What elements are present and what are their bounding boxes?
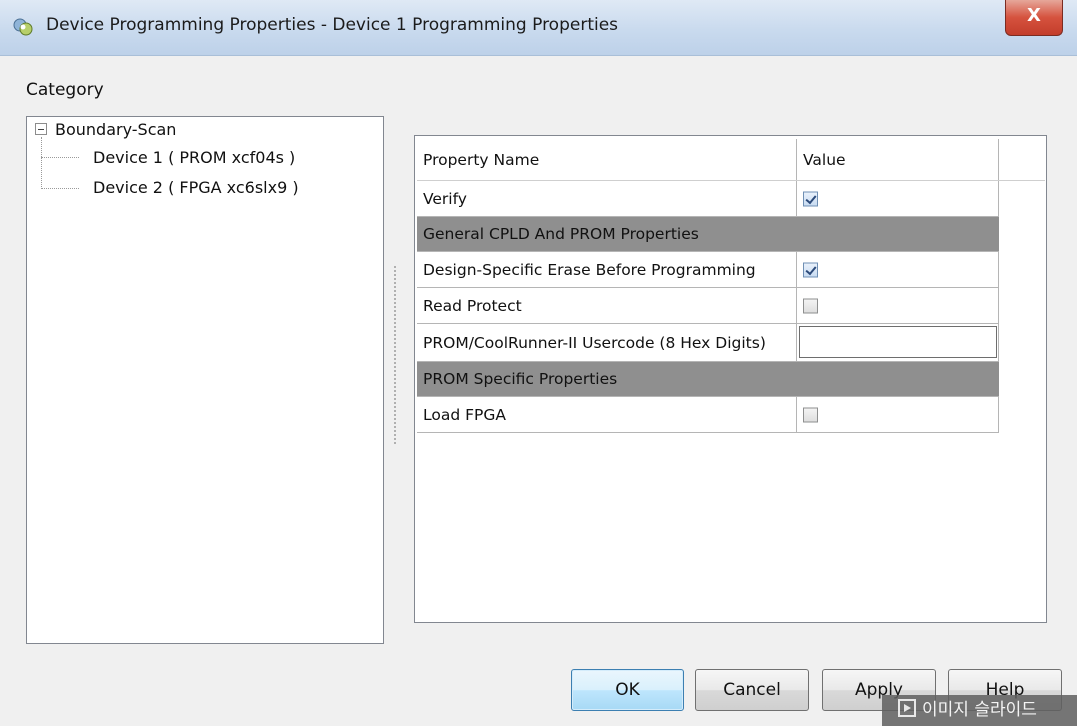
play-icon: [898, 699, 916, 717]
device-programming-icon: [13, 18, 33, 36]
property-value-cell: [797, 288, 999, 323]
property-name-cell[interactable]: Design-Specific Erase Before Programming: [417, 252, 797, 287]
load-fpga-checkbox[interactable]: [803, 407, 818, 422]
verify-checkbox[interactable]: [803, 191, 818, 206]
tree-node-boundary-scan[interactable]: Boundary-Scan: [35, 120, 176, 139]
close-button[interactable]: X: [1005, 0, 1063, 36]
property-value-cell: [797, 252, 999, 287]
property-value-cell: [797, 181, 999, 216]
splitter-handle[interactable]: [393, 265, 397, 445]
category-name: PROM Specific Properties: [423, 370, 618, 388]
tree-connector: [41, 188, 79, 189]
collapse-icon[interactable]: [35, 122, 47, 135]
property-value-cell: [797, 397, 999, 432]
close-icon: X: [1027, 5, 1041, 26]
property-value-cell: [797, 324, 999, 361]
tree-node-device-1[interactable]: Device 1 ( PROM xcf04s ): [93, 148, 295, 167]
category-name-cell: PROM Specific Properties: [417, 362, 797, 396]
category-tree[interactable]: Boundary-Scan Device 1 ( PROM xcf04s ) D…: [26, 116, 384, 644]
property-name: PROM/CoolRunner-II Usercode (8 Hex Digit…: [423, 333, 766, 352]
property-name-cell[interactable]: Read Protect: [417, 288, 797, 323]
category-value-cell: [797, 362, 999, 396]
window-title: Device Programming Properties - Device 1…: [46, 15, 619, 35]
header-filler: [999, 139, 1045, 181]
category-name: General CPLD And PROM Properties: [423, 225, 699, 243]
category-value-cell: [797, 217, 999, 251]
tree-connector: [41, 157, 79, 158]
property-row-verify: Verify: [417, 181, 999, 217]
watermark-text: 이미지 슬라이드: [922, 700, 1037, 720]
property-name-cell[interactable]: Verify: [417, 181, 797, 216]
property-name: Verify: [423, 189, 467, 208]
watermark-overlay: 이미지 슬라이드: [882, 695, 1077, 726]
property-name-cell[interactable]: Load FPGA: [417, 397, 797, 432]
property-row-load-fpga: Load FPGA: [417, 397, 999, 433]
tree-node-device-2[interactable]: Device 2 ( FPGA xc6slx9 ): [93, 178, 299, 197]
tree-node-label: Boundary-Scan: [55, 120, 177, 139]
property-row-design-specific-erase: Design-Specific Erase Before Programming: [417, 252, 999, 288]
property-row-usercode: PROM/CoolRunner-II Usercode (8 Hex Digit…: [417, 324, 999, 362]
dialog-window: Device Programming Properties - Device 1…: [0, 0, 1077, 726]
property-name: Design-Specific Erase Before Programming: [423, 260, 756, 279]
design-specific-erase-checkbox[interactable]: [803, 262, 818, 277]
usercode-input[interactable]: [799, 326, 997, 358]
tree-connector: [41, 137, 42, 189]
property-name: Load FPGA: [423, 405, 506, 424]
category-label: Category: [26, 80, 104, 100]
cancel-button[interactable]: Cancel: [695, 669, 809, 711]
header-value[interactable]: Value: [797, 139, 999, 180]
property-grid: Property Name Value Verify General CPLD …: [414, 135, 1047, 623]
header-value-label: Value: [803, 150, 846, 169]
grid-header: Property Name Value: [417, 139, 999, 181]
header-property-name-label: Property Name: [423, 150, 540, 169]
header-property-name[interactable]: Property Name: [417, 139, 797, 180]
property-name: Read Protect: [423, 296, 522, 315]
property-name-cell[interactable]: PROM/CoolRunner-II Usercode (8 Hex Digit…: [417, 324, 797, 361]
property-row-read-protect: Read Protect: [417, 288, 999, 324]
read-protect-checkbox[interactable]: [803, 298, 818, 313]
title-bar[interactable]: Device Programming Properties - Device 1…: [0, 0, 1077, 56]
property-category-prom-specific: PROM Specific Properties: [417, 362, 999, 397]
property-category-general: General CPLD And PROM Properties: [417, 217, 999, 252]
category-name-cell: General CPLD And PROM Properties: [417, 217, 797, 251]
ok-button[interactable]: OK: [571, 669, 684, 711]
